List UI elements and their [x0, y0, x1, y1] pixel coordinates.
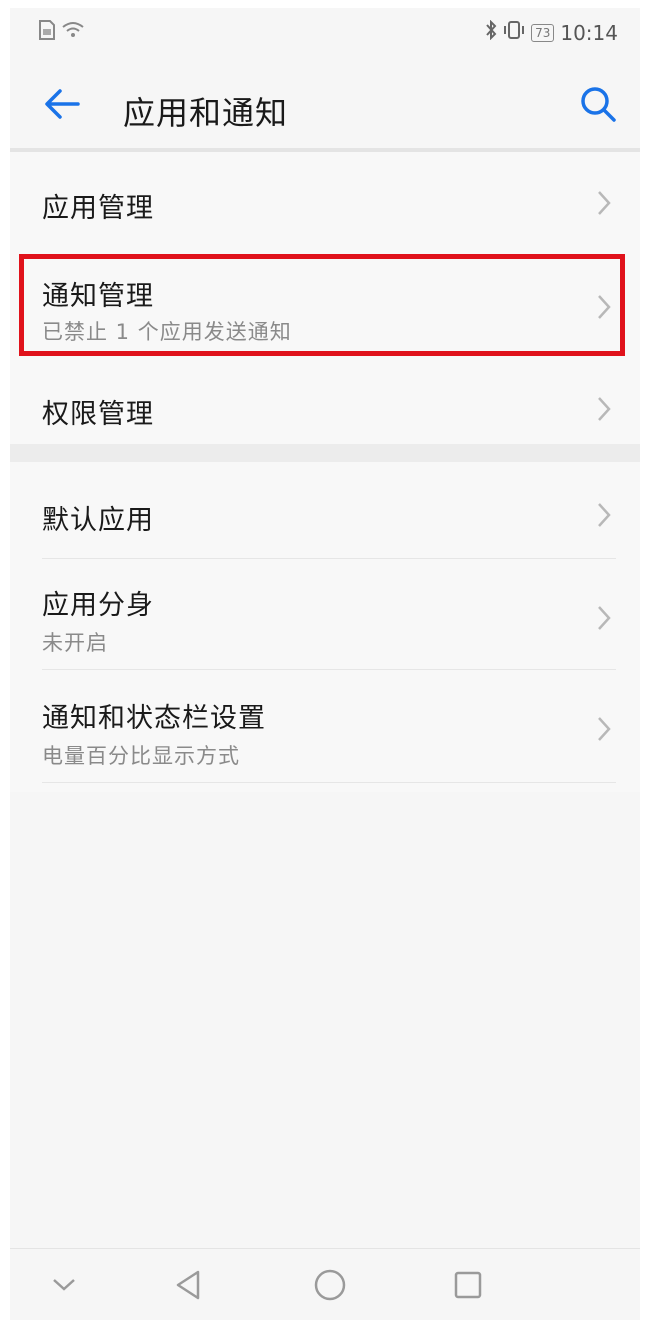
chevron-right-icon — [598, 503, 611, 527]
sim-icon — [38, 20, 56, 45]
status-bar: 73 10:14 — [10, 8, 640, 58]
nav-back-button[interactable] — [166, 1263, 210, 1307]
search-button[interactable] — [574, 80, 622, 128]
wifi-icon — [62, 21, 84, 44]
collapse-button[interactable] — [42, 1263, 86, 1307]
chevron-right-icon — [598, 397, 611, 421]
navigation-bar — [10, 1248, 640, 1320]
nav-home-button[interactable] — [308, 1263, 352, 1307]
list-item-default-apps[interactable]: 默认应用 — [10, 462, 640, 558]
list-item-title: 应用分身 — [42, 590, 154, 621]
back-button[interactable] — [38, 80, 86, 128]
status-time: 10:14 — [560, 20, 618, 45]
search-icon — [581, 87, 616, 122]
back-triangle-icon — [176, 1270, 200, 1300]
list-item-title: 应用管理 — [42, 193, 154, 224]
vibrate-icon — [503, 20, 525, 45]
list-item-title: 权限管理 — [42, 399, 154, 430]
list-item-app-twin[interactable]: 应用分身 未开启 — [10, 559, 640, 669]
phone-screen: 73 10:14 应用和通知 应用管理 通知管理 已禁止 1 个应用发送通知 权… — [10, 8, 640, 1320]
nav-recents-button[interactable] — [446, 1263, 490, 1307]
back-arrow-icon — [45, 89, 80, 119]
collapse-icon — [53, 1279, 75, 1291]
list-item-subtitle: 未开启 — [42, 631, 108, 655]
status-bar-left — [38, 20, 84, 45]
list-item-notification-statusbar-settings[interactable]: 通知和状态栏设置 电量百分比显示方式 — [10, 670, 640, 782]
page-title: 应用和通知 — [123, 94, 289, 132]
battery-indicator: 73 — [531, 23, 555, 42]
recents-square-icon — [454, 1271, 482, 1299]
chevron-right-icon — [598, 606, 611, 630]
row-divider — [42, 782, 616, 783]
app-bar: 应用和通知 — [10, 58, 640, 148]
list-item-permission-management[interactable]: 权限管理 — [10, 362, 640, 444]
settings-group-2: 默认应用 应用分身 未开启 通知和状态栏设置 电量百分比显示方式 — [10, 462, 640, 792]
list-item-app-management[interactable]: 应用管理 — [10, 152, 640, 252]
status-bar-right: 73 10:14 — [485, 19, 618, 45]
highlight-box — [19, 254, 625, 356]
home-circle-icon — [314, 1269, 346, 1301]
group-separator — [10, 444, 640, 462]
list-item-subtitle: 电量百分比显示方式 — [42, 744, 240, 768]
chevron-right-icon — [598, 717, 611, 741]
bluetooth-icon — [485, 19, 497, 45]
list-item-title: 通知和状态栏设置 — [42, 703, 266, 734]
list-item-title: 默认应用 — [42, 505, 154, 536]
chevron-right-icon — [598, 191, 611, 215]
